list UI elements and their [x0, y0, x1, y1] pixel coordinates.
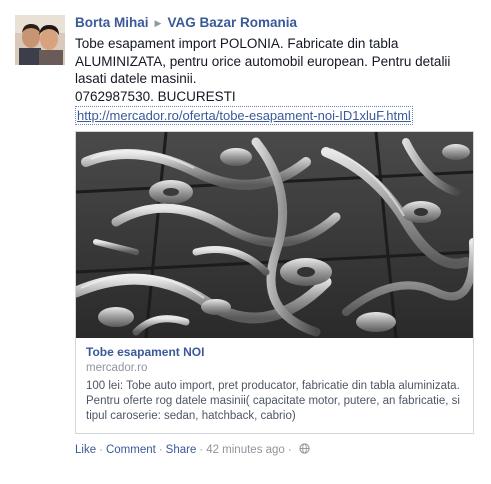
shared-url-link[interactable]: http://mercador.ro/oferta/tobe-esapament… [75, 106, 413, 125]
message-line: ALUMINIZATA, pentru orice automobil euro… [75, 53, 451, 69]
share-link[interactable]: Share [166, 444, 197, 456]
attachment-image[interactable] [76, 132, 473, 338]
avatar-photo [15, 15, 65, 65]
triangle-right-icon: ▶ [154, 18, 162, 28]
story-header: Borta Mihai ▶ VAG Bazar Romania [75, 13, 475, 33]
link-attachment[interactable]: Tobe esapament NOI mercador.ro 100 lei: … [75, 131, 474, 434]
separator: · [287, 444, 292, 456]
attachment-domain: mercador.ro [86, 362, 148, 374]
comment-link[interactable]: Comment [106, 444, 156, 456]
attachment-body: Tobe esapament NOI mercador.ro 100 lei: … [76, 338, 473, 424]
separator: · [199, 444, 204, 456]
separator: · [158, 444, 163, 456]
story-message: Tobe esapament import POLONIA. Fabricate… [75, 35, 473, 125]
message-line: Tobe esapament import POLONIA. Fabricate… [75, 36, 399, 51]
message-line: 0762987530. BUCURESTI [75, 88, 236, 104]
feed-story: Borta Mihai ▶ VAG Bazar Romania Tobe esapa… [0, 0, 491, 484]
author-link[interactable]: Borta Mihai [75, 15, 149, 30]
timestamp[interactable]: 42 minutes ago [206, 444, 285, 456]
globe-icon[interactable] [299, 443, 310, 454]
attachment-description: 100 lei: Tobe auto import, pret producat… [86, 380, 460, 422]
separator: · [99, 444, 103, 456]
group-link[interactable]: VAG Bazar Romania [167, 15, 297, 30]
story-actions: Like · Comment · Share · 42 minutes ago · [75, 443, 310, 458]
like-link[interactable]: Like [75, 444, 96, 456]
exhaust-pipes-photo [76, 132, 473, 338]
avatar[interactable] [15, 15, 65, 65]
message-line: lasati datele masinii. [75, 71, 197, 86]
attachment-title[interactable]: Tobe esapament NOI [86, 344, 463, 360]
story-content: Borta Mihai ▶ VAG Bazar Romania Tobe esapa… [75, 13, 475, 125]
